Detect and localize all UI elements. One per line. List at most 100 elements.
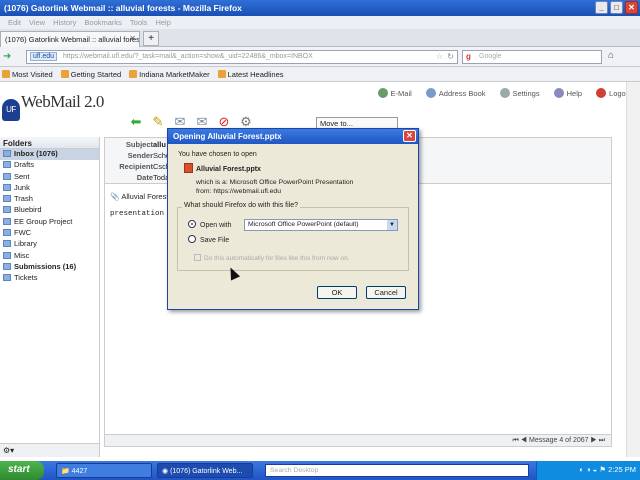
folder-trash[interactable]: Trash (0, 194, 99, 205)
compose-icon[interactable]: ✎ (150, 114, 166, 130)
first-message-icon[interactable]: ⏮ (513, 437, 519, 444)
next-message-icon[interactable]: ▶ (590, 437, 596, 444)
chevron-down-icon: ▼ (387, 220, 397, 230)
close-icon[interactable]: ✕ (625, 1, 638, 14)
search-input[interactable]: g Google (462, 50, 602, 64)
folder-icon (2, 70, 10, 78)
browser-tab[interactable]: (1076) Gatorlink Webmail :: alluvial for… (0, 31, 140, 47)
action-group: What should Firefox do with this file? O… (177, 202, 409, 271)
taskbar-firefox-item[interactable]: ◉ (1076) Gatorlink Web... (157, 463, 253, 478)
dialog-file: Alluvial Forest.pptx (184, 163, 261, 173)
last-message-icon[interactable]: ⏭ (599, 437, 605, 444)
prev-message-icon[interactable]: ◀ (521, 437, 527, 444)
folder-options-gear-icon[interactable]: ⚙▾ (0, 443, 99, 457)
folder-library[interactable]: Library (0, 239, 99, 250)
folder-drafts[interactable]: Drafts (0, 160, 99, 171)
recipient-label: Recipient (119, 162, 153, 171)
folder-sent[interactable]: Sent (0, 172, 99, 183)
radio-unselected-icon (188, 235, 196, 243)
bookmark-item[interactable]: Most Visited (2, 70, 53, 79)
tab-close-icon[interactable]: ✕ (129, 34, 136, 43)
address-book-link[interactable]: Address Book (425, 88, 486, 98)
bookmark-item[interactable]: Indiana MarketMaker (129, 70, 210, 79)
webmail-logo[interactable]: UF WebMail 2.0 (2, 92, 104, 121)
folder-icon (3, 274, 11, 282)
email-link[interactable]: E-Mail (377, 88, 412, 98)
powerpoint-file-icon (184, 163, 193, 173)
logo-text: WebMail 2.0 (21, 92, 104, 111)
minimize-icon[interactable]: _ (595, 1, 608, 14)
page-scrollbar[interactable] (626, 82, 640, 457)
open-file-dialog: Opening Alluvial Forest.pptx ✕ You have … (167, 128, 419, 310)
folder-tickets[interactable]: Tickets (0, 273, 99, 284)
folder-fwc[interactable]: FWC (0, 228, 99, 239)
url-bar[interactable]: ufl.edu https://webmail.ufl.edu/?_task=m… (26, 50, 458, 64)
settings-link[interactable]: Settings (499, 88, 540, 98)
tab-label: (1076) Gatorlink Webmail :: alluvial for… (5, 35, 140, 44)
attachment-link[interactable]: 📎 Alluvial Forest (107, 191, 171, 202)
dialog-close-icon[interactable]: ✕ (403, 130, 416, 142)
bookmark-item[interactable]: Latest Headlines (217, 70, 284, 79)
folder-label: Sent (14, 171, 30, 181)
home-icon[interactable]: ⌂ (608, 50, 614, 61)
menu-bookmarks[interactable]: Bookmarks (84, 18, 122, 27)
folder-icon: 📁 (61, 468, 70, 475)
file-info: which is a: Microsoft Office PowerPoint … (196, 178, 353, 196)
dialog-intro: You have chosen to open (178, 151, 257, 158)
folder-label: EE Group Project (14, 216, 73, 226)
folder-icon (3, 229, 11, 237)
open-with-radio[interactable]: Open with (188, 220, 232, 229)
ok-button[interactable]: OK (317, 286, 357, 299)
folder-label: Drafts (14, 160, 35, 170)
bookmark-star-icon[interactable]: ☆ (436, 52, 443, 61)
open-with-select[interactable]: Microsoft Office PowerPoint (default) ▼ (244, 219, 398, 231)
attachment-name: Alluvial Forest (121, 192, 169, 201)
link-label: E-Mail (390, 89, 412, 98)
auto-checkbox[interactable]: Do this automatically for files like thi… (194, 254, 350, 262)
new-tab-button[interactable]: + (143, 31, 159, 46)
taskbar-folder-item[interactable]: 📁 4427 (56, 463, 152, 478)
folder-label: Junk (14, 182, 30, 192)
message-count: Message 4 of 2067 (528, 437, 589, 444)
uf-logo-icon: UF (2, 99, 20, 121)
tray-icons[interactable]: ◐ ◑ ◒ ⚑ (579, 465, 606, 474)
menu-tools[interactable]: Tools (130, 18, 148, 27)
trash-icon (3, 195, 11, 203)
auto-label: Do this automatically for files like thi… (204, 255, 350, 262)
bookmark-label: Getting Started (70, 70, 122, 79)
folder-misc[interactable]: Misc (0, 251, 99, 262)
cancel-button[interactable]: Cancel (366, 286, 406, 299)
menu-view[interactable]: View (29, 18, 45, 27)
file-source: from: https://webmail.ufl.edu (196, 188, 281, 195)
desktop-search-input[interactable]: Search Desktop (265, 464, 529, 477)
menu-edit[interactable]: Edit (8, 18, 21, 27)
maximize-icon[interactable]: □ (610, 1, 623, 14)
action-question: What should Firefox do with this file? (182, 202, 300, 209)
bookmark-item[interactable]: Getting Started (60, 70, 122, 79)
bookmark-label: Latest Headlines (227, 70, 284, 79)
taskbar: start 📁 4427 ◉ (1076) Gatorlink Web... S… (0, 461, 640, 480)
back-arrow-icon[interactable]: ➜ (3, 51, 11, 62)
bookmark-label: Indiana MarketMaker (139, 70, 210, 79)
junk-icon (3, 183, 11, 191)
dialog-title: Opening Alluvial Forest.pptx (173, 132, 282, 141)
start-button[interactable]: start (0, 461, 44, 480)
site-identity[interactable]: ufl.edu (30, 52, 58, 61)
folder-label: Bluebird (14, 205, 42, 215)
menu-history[interactable]: History (53, 18, 76, 27)
back-to-list-icon[interactable]: ⬅ (128, 114, 144, 130)
folder-junk[interactable]: Junk (0, 183, 99, 194)
menu-help[interactable]: Help (155, 18, 170, 27)
save-file-radio[interactable]: Save File (188, 235, 229, 244)
help-link[interactable]: Help (553, 88, 582, 98)
folder-ee-group-project[interactable]: EE Group Project (0, 217, 99, 228)
window-titlebar: (1076) Gatorlink Webmail :: alluvial for… (0, 0, 640, 16)
message-body: presentation (110, 210, 165, 218)
reload-icon[interactable]: ↻ (447, 52, 454, 61)
bookmarks-toolbar: Most Visited Getting Started Indiana Mar… (0, 67, 640, 82)
google-icon: g (466, 52, 471, 61)
folder-bluebird[interactable]: Bluebird (0, 205, 99, 216)
folder-inbox[interactable]: Inbox (1076) (0, 149, 99, 161)
settings-icon (499, 88, 510, 98)
folder-submissions[interactable]: Submissions (16) (0, 262, 99, 273)
